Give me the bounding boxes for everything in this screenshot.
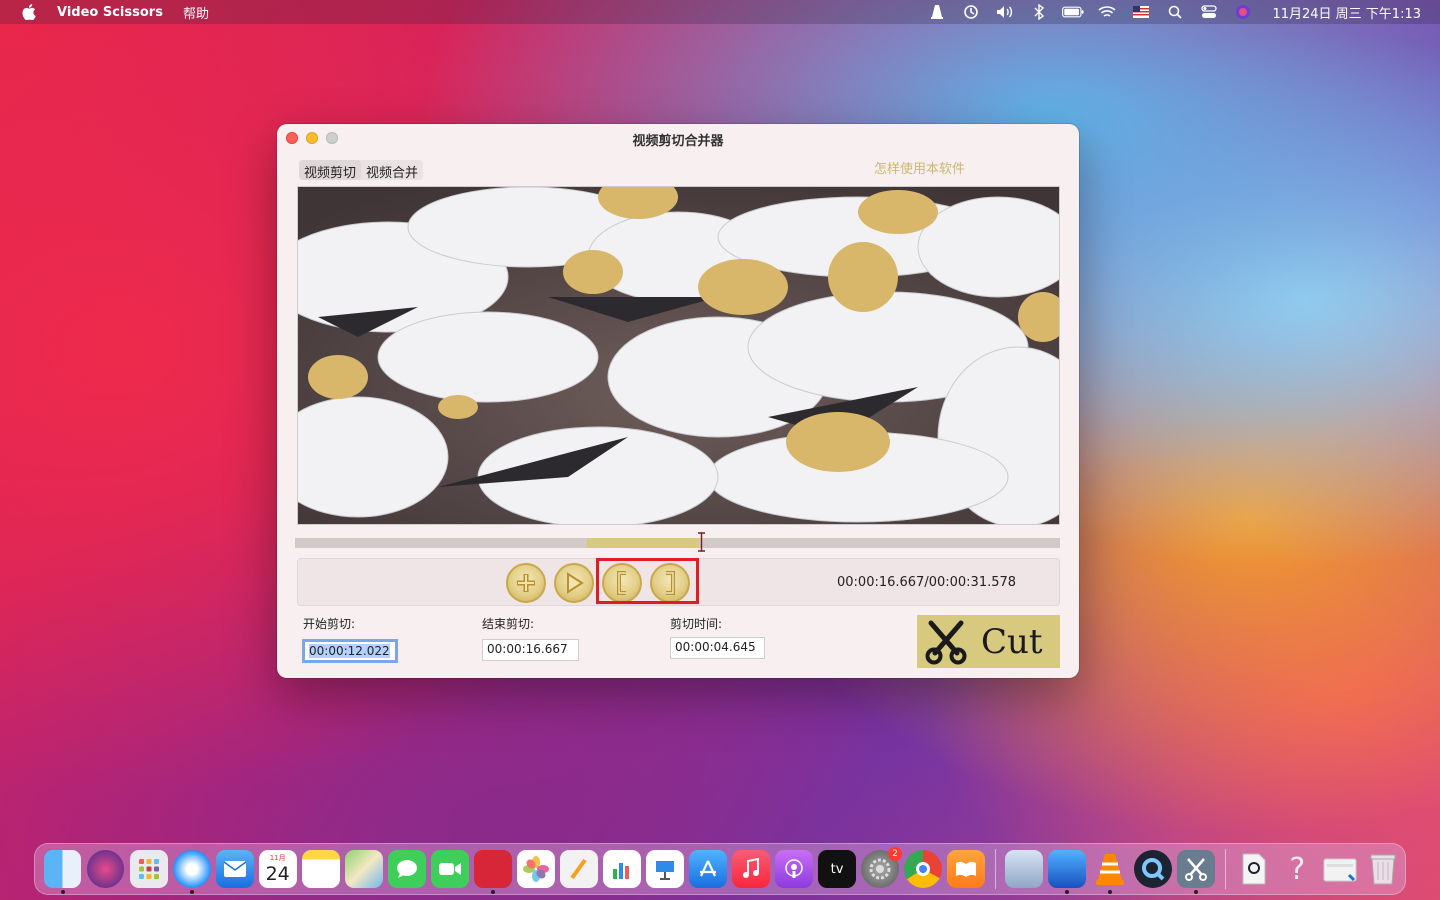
calendar-icon[interactable]: 11月 24 xyxy=(258,850,297,888)
folder-icon[interactable] xyxy=(1322,850,1360,888)
music-icon[interactable] xyxy=(732,850,770,888)
app-menu-name[interactable]: Video Scissors xyxy=(57,5,163,20)
running-indicator xyxy=(1065,890,1070,894)
chrome-icon[interactable] xyxy=(904,850,943,888)
start-time-value: 00:00:12.022 xyxy=(309,644,390,658)
start-time-field[interactable]: 00:00:12.022 xyxy=(302,639,398,663)
tab-bar: 视频剪切 视频合并 xyxy=(299,160,424,181)
time-machine-icon[interactable] xyxy=(960,4,982,20)
xcode-icon[interactable] xyxy=(1048,850,1087,894)
end-time-field[interactable]: 00:00:16.667 xyxy=(482,639,579,661)
mp4-file-icon[interactable] xyxy=(1235,850,1273,888)
vlc-icon[interactable] xyxy=(926,4,948,20)
end-cut-label: 结束剪切: xyxy=(482,617,535,631)
cut-selection-range[interactable] xyxy=(587,538,699,548)
numbers-icon[interactable] xyxy=(603,850,641,888)
system-preferences-icon[interactable]: 2 xyxy=(861,847,903,888)
play-icon xyxy=(567,572,584,594)
launchpad-icon[interactable] xyxy=(129,850,168,888)
playback-controls: 00:00:16.667/00:00:31.578 xyxy=(297,558,1060,606)
how-to-use-link[interactable]: 怎样使用本软件 xyxy=(874,158,965,177)
books-icon[interactable] xyxy=(947,850,986,888)
preview-icon[interactable] xyxy=(1005,850,1044,888)
photos-icon[interactable] xyxy=(516,850,555,888)
window-title: 视频剪切合并器 xyxy=(632,134,724,149)
duration-field[interactable]: 00:00:04.645 xyxy=(670,637,765,659)
cut-duration-label: 剪切时间: xyxy=(670,617,723,631)
running-indicator xyxy=(189,890,194,894)
siri-icon[interactable] xyxy=(86,850,125,888)
video-frame-image xyxy=(298,187,1059,524)
siri-icon[interactable] xyxy=(1232,4,1254,20)
dock-separator xyxy=(1224,849,1226,889)
video-preview[interactable] xyxy=(297,186,1060,525)
menubar-clock[interactable]: 11月24日 周三 下午1:13 xyxy=(1272,3,1421,22)
keynote-icon[interactable] xyxy=(646,850,684,888)
tab-video-merge[interactable]: 视频合并 xyxy=(361,160,423,181)
timeline-slider[interactable] xyxy=(295,532,1060,552)
vlc-icon[interactable] xyxy=(1091,850,1129,894)
plus-icon xyxy=(517,574,535,592)
pages-icon[interactable] xyxy=(559,850,598,888)
time-readout: 00:00:16.667/00:00:31.578 xyxy=(837,575,1017,590)
dock: 11月 24 tv 2 ? xyxy=(34,843,1406,895)
volume-icon[interactable] xyxy=(994,4,1016,20)
cut-button[interactable]: Cut xyxy=(917,615,1060,668)
flag-icon[interactable] xyxy=(1130,4,1152,20)
scissors-icon xyxy=(925,620,967,664)
menu-bar: Video Scissors 帮助 11月24日 周三 下午1:13 xyxy=(0,0,1440,24)
app-store-icon[interactable] xyxy=(689,850,727,888)
help-icon[interactable]: ? xyxy=(1278,850,1316,888)
photo-booth-icon[interactable] xyxy=(473,850,512,894)
app-window: 视频剪切合并器 视频剪切 视频合并 怎样使用本软件 00:00:16.667/0… xyxy=(277,124,1079,678)
text-cursor-icon xyxy=(697,532,706,552)
bluetooth-icon[interactable] xyxy=(1028,4,1050,20)
play-button[interactable] xyxy=(554,563,594,603)
video-scissors-icon[interactable] xyxy=(1177,850,1216,894)
mail-icon[interactable] xyxy=(215,850,254,888)
messages-icon[interactable] xyxy=(387,850,426,888)
trash-icon[interactable] xyxy=(1365,850,1403,888)
red-highlight-box xyxy=(596,558,699,604)
running-indicator xyxy=(60,890,65,894)
battery-icon[interactable] xyxy=(1062,4,1084,20)
spotlight-icon[interactable] xyxy=(1164,4,1186,20)
wifi-icon[interactable] xyxy=(1096,4,1118,20)
title-bar[interactable]: 视频剪切合并器 xyxy=(277,124,1079,152)
maps-icon[interactable] xyxy=(344,850,383,888)
quicktime-icon[interactable] xyxy=(1134,850,1173,888)
add-video-button[interactable] xyxy=(506,563,546,603)
start-cut-label: 开始剪切: xyxy=(303,617,356,631)
dock-separator xyxy=(994,849,996,889)
end-time-value: 00:00:16.667 xyxy=(487,642,568,656)
running-indicator xyxy=(490,890,495,894)
cut-button-label: Cut xyxy=(981,621,1043,662)
calendar-month: 11月 xyxy=(269,853,286,862)
notification-badge: 2 xyxy=(888,847,903,861)
apple-tv-icon[interactable]: tv xyxy=(818,850,856,888)
tab-video-cut[interactable]: 视频剪切 xyxy=(299,160,362,181)
control-center-icon[interactable] xyxy=(1198,4,1220,20)
apple-menu-icon[interactable] xyxy=(20,3,38,21)
safari-icon[interactable] xyxy=(172,850,211,894)
finder-icon[interactable] xyxy=(43,850,82,894)
duration-value: 00:00:04.645 xyxy=(675,640,756,654)
running-indicator xyxy=(1194,890,1199,894)
help-menu[interactable]: 帮助 xyxy=(183,3,209,22)
podcasts-icon[interactable] xyxy=(775,850,813,888)
notes-icon[interactable] xyxy=(301,850,340,888)
facetime-icon[interactable] xyxy=(430,850,469,888)
running-indicator xyxy=(1108,890,1113,894)
calendar-day: 24 xyxy=(265,862,290,885)
